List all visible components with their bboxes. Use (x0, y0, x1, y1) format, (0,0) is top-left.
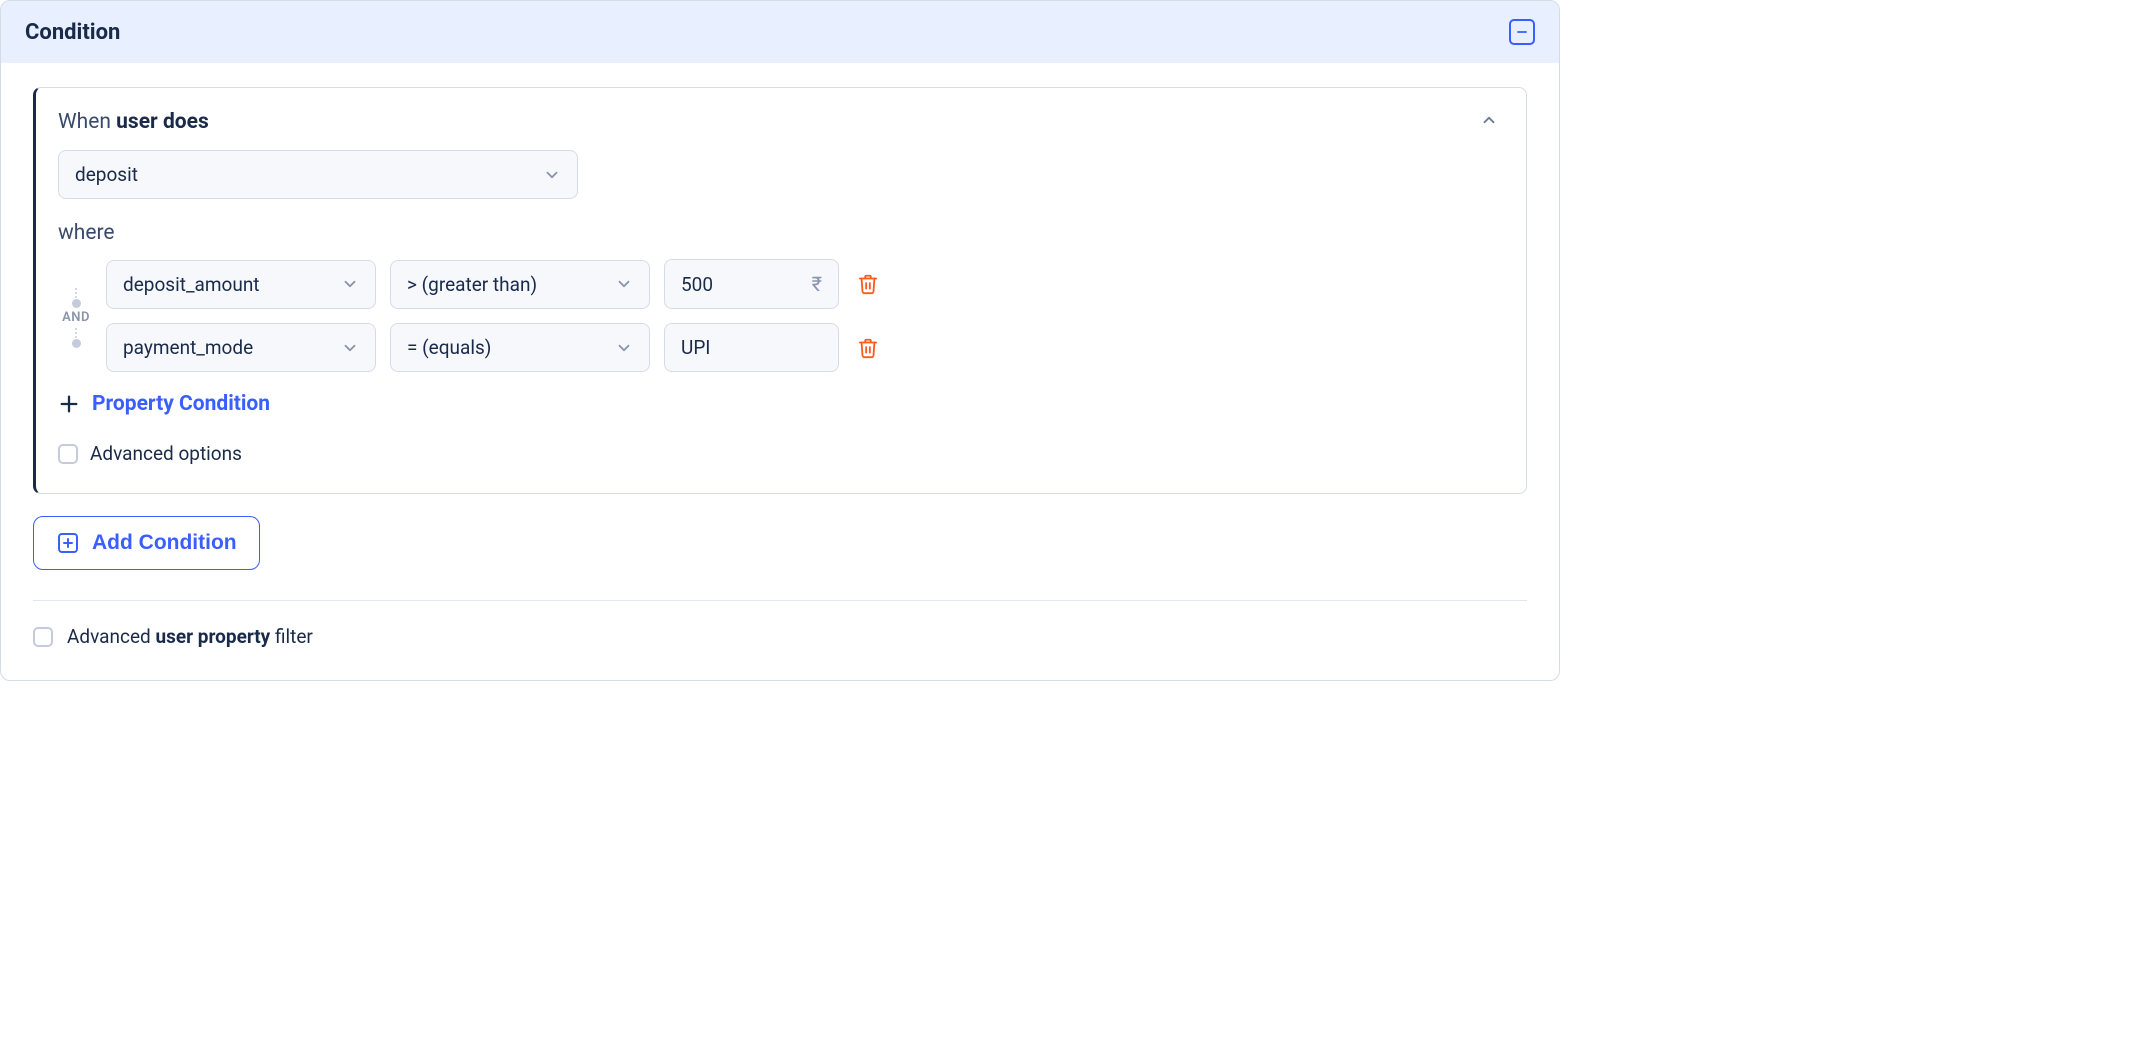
operator-select[interactable]: = (equals) (390, 323, 650, 372)
advanced-user-property-checkbox[interactable] (33, 627, 53, 647)
advanced-options-checkbox[interactable] (58, 444, 78, 464)
chevron-down-icon (341, 275, 359, 293)
connector-dot (72, 339, 81, 348)
panel-header: Condition (1, 1, 1559, 63)
adv-user-prop-bold: user property (155, 625, 270, 648)
when-prefix: When (58, 110, 116, 134)
chevron-down-icon (341, 339, 359, 357)
connector-line (75, 287, 77, 299)
condition-card: When user does deposit where AND (33, 87, 1527, 494)
minus-icon (1515, 25, 1529, 39)
add-property-condition-button[interactable]: Property Condition (58, 392, 1498, 416)
adv-user-prop-suffix: filter (270, 625, 313, 648)
property-select[interactable]: payment_mode (106, 323, 376, 372)
filter-row: payment_mode = (equals) UPI (106, 323, 883, 372)
filter-row: deposit_amount > (greater than) 500 ₹ (106, 259, 883, 309)
filters-container: AND deposit_amount > (greater than) (58, 259, 1498, 372)
value-input-text: UPI (681, 336, 710, 359)
delete-filter-button[interactable] (853, 333, 883, 363)
add-condition-label: Add Condition (92, 531, 237, 555)
add-property-condition-label: Property Condition (92, 392, 270, 416)
where-label: where (58, 221, 1498, 245)
advanced-user-property-filter-row: Advanced user property filter (33, 625, 1527, 648)
chevron-down-icon (615, 275, 633, 293)
advanced-options-label: Advanced options (90, 442, 242, 465)
operator-select-value: = (equals) (407, 336, 491, 359)
collapse-card-button[interactable] (1480, 111, 1498, 133)
operator-select[interactable]: > (greater than) (390, 260, 650, 309)
connector-dot (72, 299, 81, 308)
filter-rows: deposit_amount > (greater than) 500 ₹ (106, 259, 883, 372)
advanced-options-row: Advanced options (58, 442, 1498, 465)
value-input[interactable]: 500 ₹ (664, 259, 839, 309)
trash-icon (857, 273, 879, 295)
when-user-does-label: When user does (58, 110, 209, 134)
panel-body: When user does deposit where AND (1, 63, 1559, 680)
divider (33, 600, 1527, 601)
value-input-text: 500 (681, 273, 713, 296)
property-select-value: payment_mode (123, 336, 253, 359)
chevron-up-icon (1480, 111, 1498, 129)
chevron-down-icon (543, 166, 561, 184)
value-input[interactable]: UPI (664, 323, 839, 372)
add-condition-button[interactable]: Add Condition (33, 516, 260, 570)
adv-user-prop-prefix: Advanced (67, 625, 155, 648)
event-select[interactable]: deposit (58, 150, 578, 199)
add-square-icon (56, 531, 80, 555)
advanced-user-property-label: Advanced user property filter (67, 625, 313, 648)
event-select-value: deposit (75, 163, 138, 186)
property-select[interactable]: deposit_amount (106, 260, 376, 309)
chevron-down-icon (615, 339, 633, 357)
collapse-button[interactable] (1509, 19, 1535, 45)
operator-select-value: > (greater than) (407, 273, 537, 296)
property-select-value: deposit_amount (123, 273, 260, 296)
trash-icon (857, 337, 879, 359)
condition-card-header: When user does (58, 110, 1498, 134)
panel-title: Condition (25, 20, 120, 45)
condition-panel: Condition When user does deposit where (0, 0, 1560, 681)
when-bold: user does (116, 110, 209, 134)
delete-filter-button[interactable] (853, 269, 883, 299)
logic-column: AND (58, 259, 94, 372)
connector-line (75, 327, 77, 339)
currency-icon: ₹ (812, 272, 822, 296)
logic-operator-label: AND (62, 310, 90, 325)
plus-icon (58, 393, 80, 415)
